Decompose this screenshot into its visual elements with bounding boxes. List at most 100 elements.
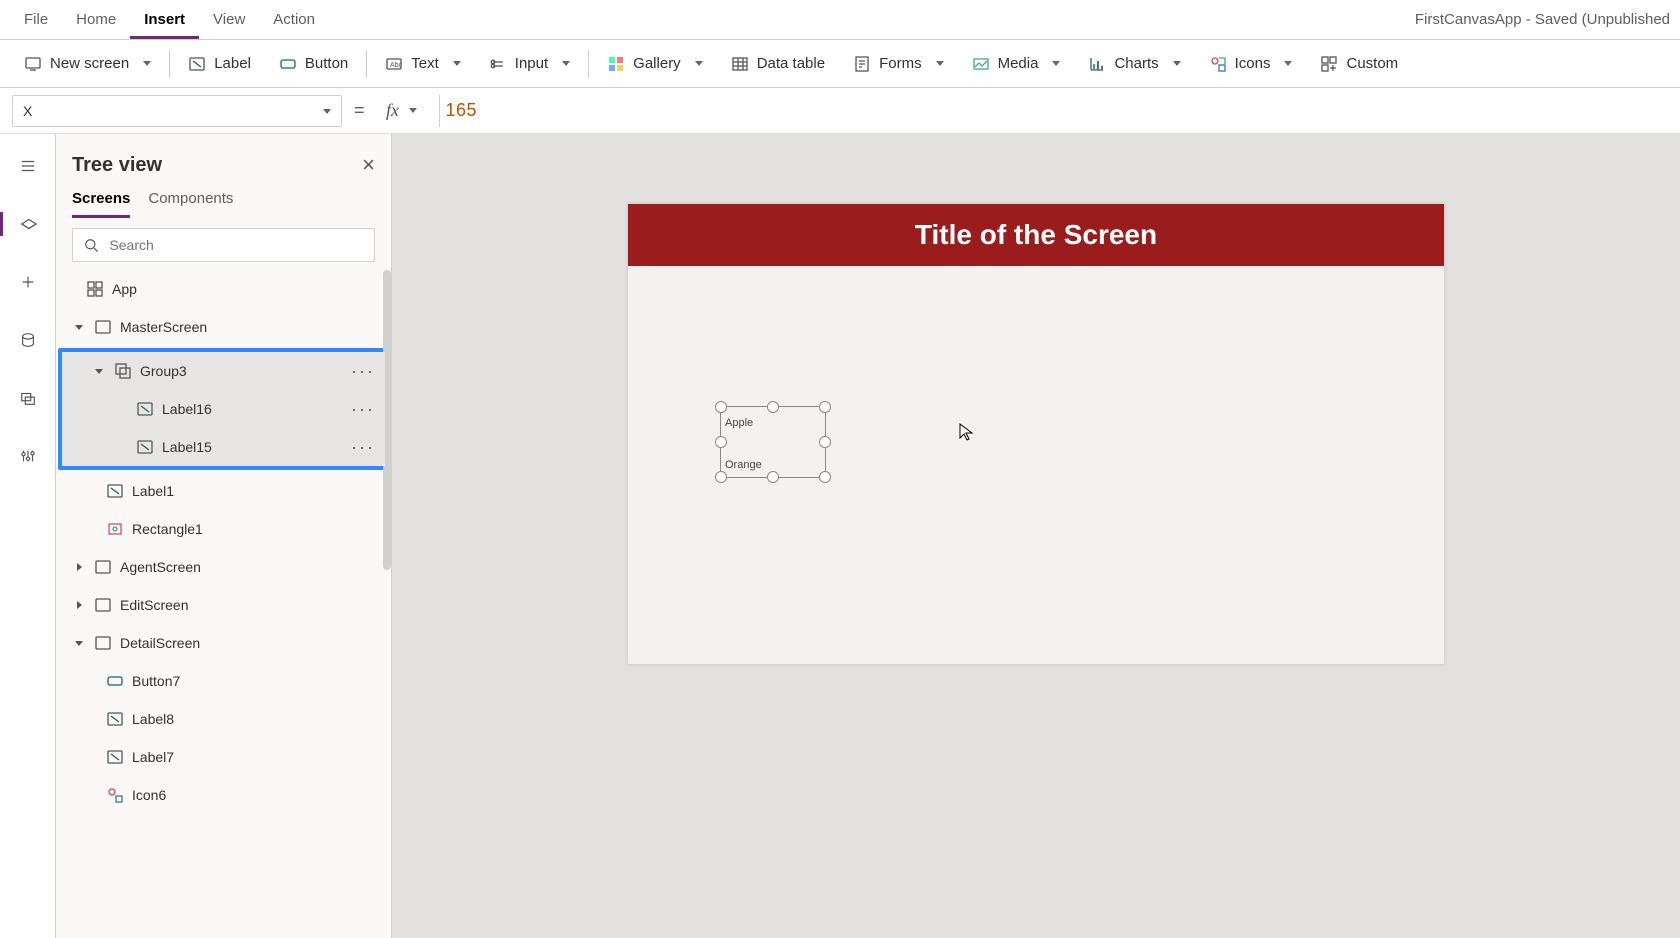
menu-insert[interactable]: Insert bbox=[130, 0, 199, 39]
tree-item-detailscreen[interactable]: DetailScreen bbox=[56, 624, 391, 662]
data-source-button[interactable] bbox=[8, 324, 48, 356]
close-panel-button[interactable]: × bbox=[362, 152, 375, 178]
hamburger-button[interactable] bbox=[8, 150, 48, 182]
artboard[interactable]: Title of the Screen Apple Orange bbox=[628, 204, 1444, 664]
custom-icon bbox=[1320, 55, 1338, 73]
tree-view-button[interactable] bbox=[8, 208, 48, 240]
tree-item-label7[interactable]: Label7 bbox=[56, 738, 391, 776]
resize-handle[interactable] bbox=[819, 436, 831, 448]
screen-icon bbox=[24, 55, 42, 73]
tree-item-group3[interactable]: Group3 ··· bbox=[62, 352, 385, 390]
resize-handle[interactable] bbox=[715, 436, 727, 448]
button-icon bbox=[106, 672, 124, 690]
tree-item-masterscreen[interactable]: MasterScreen bbox=[56, 308, 391, 346]
button-button[interactable]: Button bbox=[265, 40, 362, 87]
ribbon: New screen Label Button Abc Text Input G… bbox=[0, 40, 1680, 88]
tree-item-app[interactable]: App bbox=[56, 270, 391, 308]
tab-screens[interactable]: Screens bbox=[72, 190, 130, 218]
fx-button[interactable]: fx bbox=[377, 100, 427, 121]
screen-title-bar[interactable]: Title of the Screen bbox=[628, 204, 1444, 266]
input-icon bbox=[489, 55, 507, 73]
fx-icon: fx bbox=[386, 100, 399, 121]
data-table-icon bbox=[731, 55, 749, 73]
menu-view[interactable]: View bbox=[199, 0, 259, 39]
selected-group[interactable]: Apple Orange bbox=[720, 406, 826, 478]
gallery-icon bbox=[607, 55, 625, 73]
resize-handle[interactable] bbox=[715, 471, 727, 483]
group-icon bbox=[114, 362, 132, 380]
more-button[interactable]: ··· bbox=[351, 437, 375, 458]
tree-item-label16[interactable]: Label16 ··· bbox=[62, 390, 385, 428]
search-input[interactable] bbox=[107, 236, 364, 254]
label-button[interactable]: Label bbox=[174, 40, 265, 87]
tree-item-rectangle1[interactable]: Rectangle1 bbox=[56, 510, 391, 548]
caret-icon[interactable] bbox=[72, 320, 86, 334]
icons-icon bbox=[1209, 55, 1227, 73]
tree-item-label15[interactable]: Label15 ··· bbox=[62, 428, 385, 466]
canvas-label-apple[interactable]: Apple bbox=[725, 417, 753, 429]
tree-item-icon6[interactable]: Icon6 bbox=[56, 776, 391, 814]
new-screen-button[interactable]: New screen bbox=[10, 40, 165, 87]
data-table-button[interactable]: Data table bbox=[717, 40, 839, 87]
button-icon bbox=[279, 55, 297, 73]
tree-view-title: Tree view bbox=[72, 154, 162, 177]
resize-handle[interactable] bbox=[819, 401, 831, 413]
more-button[interactable]: ··· bbox=[351, 399, 375, 420]
formula-bar: X = fx 165 bbox=[0, 88, 1680, 134]
multi-icon bbox=[106, 786, 124, 804]
screen-icon bbox=[94, 634, 112, 652]
menu-action[interactable]: Action bbox=[259, 0, 329, 39]
caret-icon[interactable] bbox=[72, 598, 86, 612]
tree-item-editscreen[interactable]: EditScreen bbox=[56, 586, 391, 624]
screen-icon bbox=[94, 596, 112, 614]
icons-button[interactable]: Icons bbox=[1195, 40, 1307, 87]
caret-icon[interactable] bbox=[72, 560, 86, 574]
screen-icon bbox=[94, 558, 112, 576]
text-icon: Abc bbox=[385, 55, 403, 73]
property-name: X bbox=[23, 103, 32, 119]
label-icon bbox=[188, 55, 206, 73]
insert-pane-button[interactable] bbox=[8, 266, 48, 298]
tree-view-panel: Tree view × Screens Components App Maste… bbox=[56, 134, 392, 938]
app-title: FirstCanvasApp - Saved (Unpublished bbox=[1415, 11, 1670, 28]
resize-handle[interactable] bbox=[767, 471, 779, 483]
resize-handle[interactable] bbox=[767, 401, 779, 413]
advanced-tools-button[interactable] bbox=[8, 440, 48, 472]
menu-file[interactable]: File bbox=[10, 0, 62, 39]
charts-icon bbox=[1088, 55, 1106, 73]
svg-text:Abc: Abc bbox=[390, 62, 403, 69]
label-icon bbox=[106, 748, 124, 766]
gallery-button[interactable]: Gallery bbox=[593, 40, 717, 87]
media-button[interactable]: Media bbox=[958, 40, 1075, 87]
caret-icon[interactable] bbox=[72, 636, 86, 650]
media-pane-button[interactable] bbox=[8, 382, 48, 414]
label-icon bbox=[106, 710, 124, 728]
tree-item-label8[interactable]: Label8 bbox=[56, 700, 391, 738]
tab-components[interactable]: Components bbox=[148, 190, 233, 218]
resize-handle[interactable] bbox=[819, 471, 831, 483]
search-icon bbox=[83, 236, 99, 254]
mouse-cursor-icon bbox=[958, 422, 974, 447]
menu-home[interactable]: Home bbox=[62, 0, 130, 39]
canvas-label-orange[interactable]: Orange bbox=[725, 459, 762, 471]
forms-button[interactable]: Forms bbox=[839, 40, 958, 87]
resize-handle[interactable] bbox=[715, 401, 727, 413]
tree-item-agentscreen[interactable]: AgentScreen bbox=[56, 548, 391, 586]
chevron-down-icon bbox=[323, 103, 331, 119]
text-button[interactable]: Abc Text bbox=[371, 40, 475, 87]
property-selector[interactable]: X bbox=[12, 95, 342, 127]
more-button[interactable]: ··· bbox=[351, 361, 375, 382]
tree-item-button7[interactable]: Button7 bbox=[56, 662, 391, 700]
app-icon bbox=[86, 280, 104, 298]
caret-icon[interactable] bbox=[92, 364, 106, 378]
search-container[interactable] bbox=[72, 228, 375, 262]
screen-icon bbox=[94, 318, 112, 336]
charts-button[interactable]: Charts bbox=[1074, 40, 1194, 87]
custom-button[interactable]: Custom bbox=[1306, 40, 1412, 87]
equals-sign: = bbox=[354, 100, 365, 121]
label-icon bbox=[136, 400, 154, 418]
tree-item-label1[interactable]: Label1 bbox=[56, 472, 391, 510]
formula-value[interactable]: 165 bbox=[439, 95, 1668, 127]
canvas-area[interactable]: Title of the Screen Apple Orange bbox=[392, 134, 1680, 938]
input-button[interactable]: Input bbox=[475, 40, 584, 87]
